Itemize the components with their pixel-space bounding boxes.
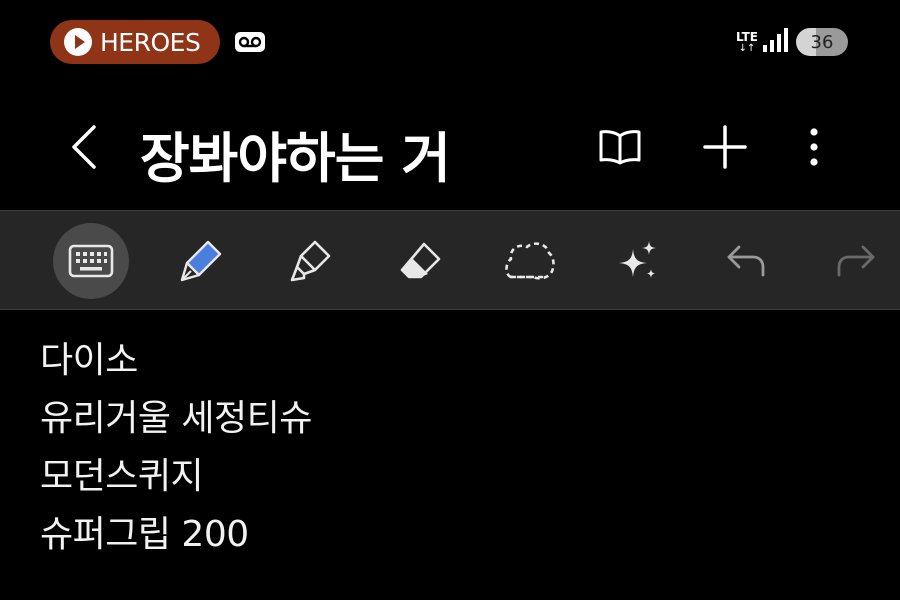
app-header: 장봐야하는 거: [0, 100, 900, 200]
reading-mode-button[interactable]: [595, 122, 645, 172]
keyboard-tool-button[interactable]: [53, 223, 129, 299]
keyboard-icon: [68, 244, 114, 278]
highlighter-tool-button[interactable]: [273, 223, 349, 299]
play-icon: [64, 28, 92, 56]
status-indicators: LTE ↓↑ 36: [736, 22, 848, 62]
page-title: 장봐야하는 거: [140, 127, 451, 190]
ai-assist-tool-button[interactable]: [599, 223, 675, 299]
redo-button[interactable]: [817, 223, 893, 299]
drawing-toolbar: [0, 210, 900, 310]
pen-tool-button[interactable]: [163, 223, 239, 299]
add-button[interactable]: [700, 122, 750, 172]
signal-strength-icon: [762, 27, 788, 57]
plus-icon: [703, 125, 747, 169]
redo-icon: [837, 245, 875, 277]
app-pill-label: HEROES: [100, 27, 201, 57]
more-vertical-icon: [810, 128, 818, 166]
status-bar: HEROES LTE ↓↑ 36: [0, 0, 900, 84]
eraser-tool-button[interactable]: [383, 223, 459, 299]
note-line[interactable]: 슈퍼그립 200: [40, 506, 860, 564]
note-line[interactable]: 다이소: [40, 332, 860, 390]
eraser-icon: [400, 242, 441, 279]
network-indicator: LTE ↓↑: [736, 31, 758, 54]
book-icon: [599, 130, 641, 165]
note-editor[interactable]: 다이소 유리거울 세정티슈 모던스퀴지 슈퍼그립 200: [40, 332, 860, 564]
network-type: LTE: [735, 29, 758, 44]
lasso-select-tool-button[interactable]: [491, 223, 567, 299]
pen-icon: [180, 240, 222, 282]
back-arrow-icon: [72, 125, 96, 169]
data-arrows-icon: ↓↑: [738, 42, 756, 54]
note-line[interactable]: 유리거울 세정티슈: [40, 390, 860, 448]
highlighter-icon: [290, 240, 331, 282]
battery-indicator: 36: [796, 28, 848, 56]
ai-sparkle-icon: [619, 241, 656, 278]
more-options-button[interactable]: [789, 122, 839, 172]
voicemail-icon: [234, 31, 266, 57]
media-app-pill[interactable]: HEROES: [50, 20, 220, 64]
lasso-select-icon: [505, 242, 555, 280]
note-line[interactable]: 모던스퀴지: [40, 448, 860, 506]
undo-button[interactable]: [709, 223, 785, 299]
back-button[interactable]: [62, 122, 106, 172]
undo-icon: [727, 245, 765, 277]
